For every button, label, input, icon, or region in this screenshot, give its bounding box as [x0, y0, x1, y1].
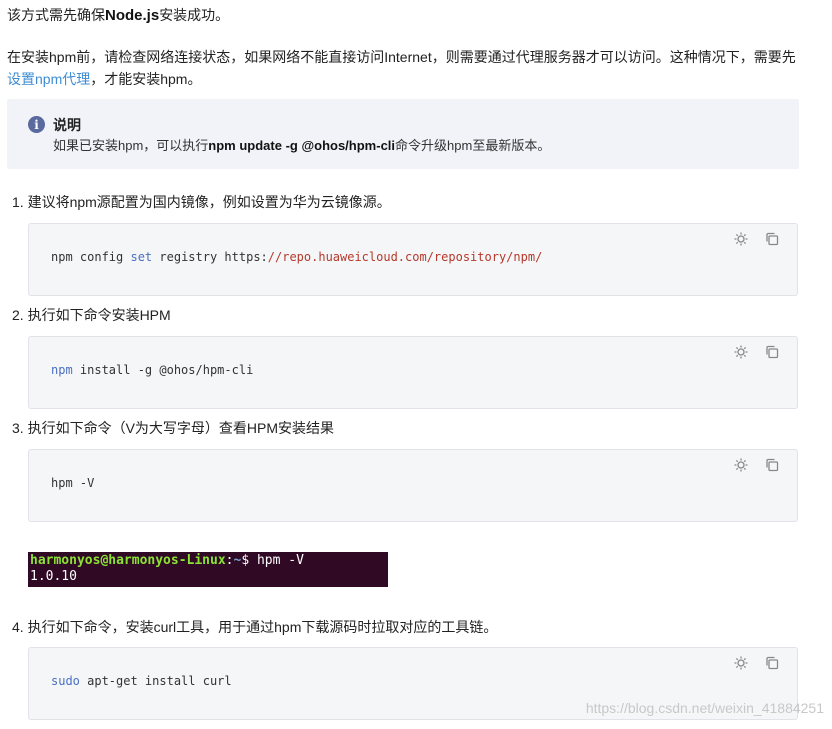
note-body: 如果已安装hpm，可以执行npm update -g @ohos/hpm-cli… [53, 135, 550, 154]
note-text: 如果已安装hpm，可以执行 [53, 138, 209, 153]
code-args: registry https: [152, 250, 268, 264]
terminal-prompt-line: harmonyos@harmonyos-Linux:~$ hpm -V [30, 553, 386, 569]
code-keyword: sudo [51, 674, 80, 688]
intro-line: 该方式需先确保Node.js安装成功。 [7, 4, 807, 27]
code-text-2: npm install -g @ohos/hpm-cli [51, 363, 253, 377]
step-2-label: 2. 执行如下命令安装HPM [12, 307, 171, 323]
code-text-3: hpm -V [51, 476, 95, 490]
sun-icon[interactable] [734, 458, 748, 472]
code-args: apt-get install curl [79, 674, 232, 688]
copy-icon[interactable] [765, 232, 779, 246]
terminal-colon: : [225, 553, 234, 568]
copy-icon[interactable] [765, 656, 779, 670]
step-4-label: 4. 执行如下命令，安装curl工具，用于通过hpm下载源码时拉取对应的工具链。 [12, 619, 498, 635]
watermark: https://blog.csdn.net/weixin_41884251 [585, 700, 824, 716]
note-box: i 说明 如果已安装hpm，可以执行npm update -g @ohos/hp… [7, 99, 799, 169]
code-url: //repo.huaweicloud.com/repository/npm/ [267, 250, 543, 264]
code-command: npm config [51, 250, 131, 264]
info-icon: i [28, 116, 45, 133]
note-text-end: 命令升级hpm至最新版本。 [395, 138, 551, 153]
step-3-label: 3. 执行如下命令（V为大写字母）查看HPM安装结果 [12, 420, 335, 436]
code-block-2: npm install -g @ohos/hpm-cli [28, 336, 798, 409]
note-title: 说明 [53, 117, 81, 133]
terminal-screenshot: harmonyos@harmonyos-Linux:~$ hpm -V 1.0.… [28, 552, 388, 587]
terminal-output: 1.0.10 [30, 569, 77, 584]
proxy-paragraph: 在安装hpm前，请检查网络连接状态，如果网络不能直接访问Internet，则需要… [7, 46, 807, 90]
sun-icon[interactable] [734, 345, 748, 359]
npm-proxy-link[interactable]: 设置npm代理 [7, 71, 90, 87]
proxy-text: 在安装hpm前，请检查网络连接状态，如果网络不能直接访问Internet，则需要… [7, 49, 796, 65]
nodejs-bold: Node.js [105, 7, 160, 24]
terminal-user: harmonyos@harmonyos-Linux [30, 553, 226, 568]
note-command: npm update -g @ohos/hpm-cli [208, 138, 396, 153]
terminal-command: $ hpm -V [241, 553, 304, 568]
sun-icon[interactable] [734, 656, 748, 670]
proxy-text-end: ，才能安装hpm。 [90, 71, 202, 87]
code-block-1: npm config set registry https://repo.hua… [28, 223, 798, 296]
sun-icon[interactable] [734, 232, 748, 246]
code-keyword: npm [51, 363, 73, 377]
code-block-3: hpm -V [28, 449, 798, 522]
code-args: install -g @ohos/hpm-cli [72, 363, 254, 377]
step-1-label: 1. 建议将npm源配置为国内镜像，例如设置为华为云镜像源。 [12, 194, 391, 210]
code-text-1: npm config set registry https://repo.hua… [51, 250, 542, 264]
copy-icon[interactable] [765, 345, 779, 359]
copy-icon[interactable] [765, 458, 779, 472]
intro-text: 该方式需先确保 [7, 7, 105, 23]
code-text-4: sudo apt-get install curl [51, 674, 232, 688]
intro-text-end: 安装成功。 [159, 7, 230, 23]
code-keyword: set [130, 250, 153, 264]
